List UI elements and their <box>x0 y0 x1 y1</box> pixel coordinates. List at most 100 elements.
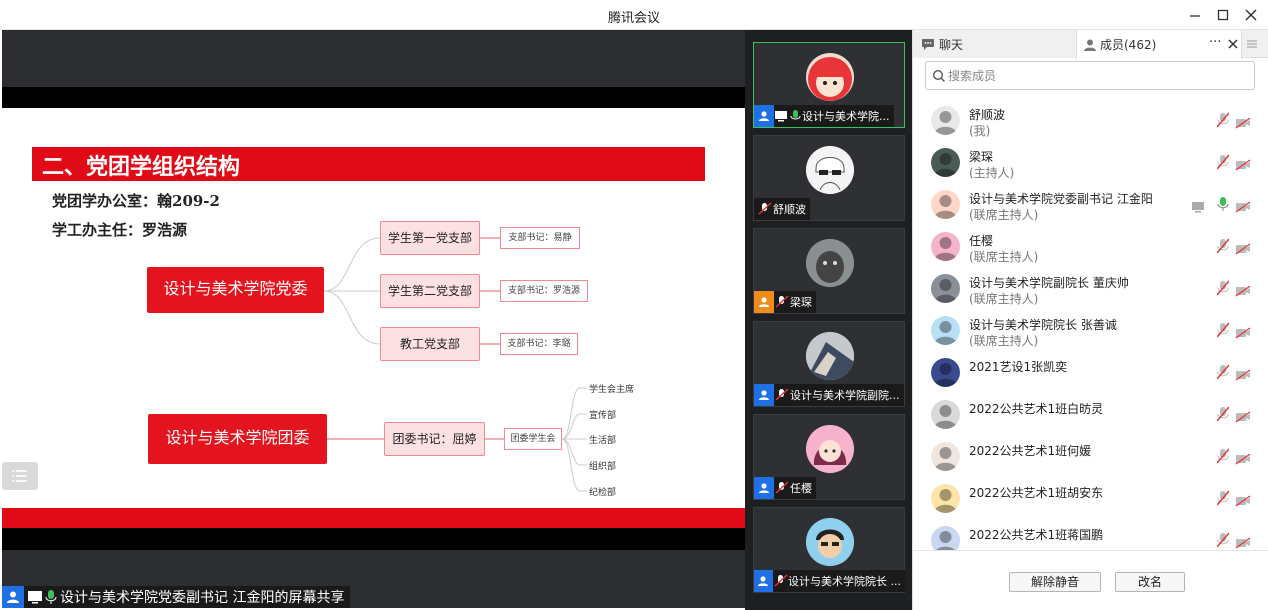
user-icon <box>754 570 773 592</box>
screen-share-text: 设计与美术学院党委副书记 江金阳的屏幕共享 <box>60 590 345 606</box>
camera-off-icon[interactable] <box>1235 156 1251 175</box>
minimize-button[interactable] <box>1186 6 1204 24</box>
letterbox-bottom <box>2 528 745 550</box>
maximize-button[interactable] <box>1214 6 1232 24</box>
member-row[interactable]: 设计与美术学院副院长 董庆帅 (联席主持人) <box>913 270 1268 312</box>
user-icon <box>754 384 774 406</box>
video-tile-column: 设计与美术学院... 舒顺波 梁琛 设计与美术学院副院... 任樱 设计与美术学… <box>745 30 912 610</box>
mic-muted-icon[interactable] <box>1216 322 1230 342</box>
branch-node-2: 学生第二党支部 <box>380 274 480 308</box>
mic-muted-icon[interactable] <box>1216 238 1230 258</box>
mic-icon <box>790 110 801 120</box>
department-item: 生活部 <box>589 436 617 446</box>
camera-off-icon[interactable] <box>1235 408 1251 427</box>
camera-off-icon[interactable] <box>1235 240 1251 259</box>
avatar <box>806 518 854 566</box>
member-role: (联席主持人) <box>969 292 1039 306</box>
participant-name: 设计与美术学院院长 ... <box>788 575 901 588</box>
mic-muted-icon <box>758 202 772 215</box>
slide-footer-bar <box>2 508 745 528</box>
member-row[interactable]: 设计与美术学院院长 张善诚 (联席主持人) <box>913 312 1268 354</box>
close-window-button[interactable] <box>1242 6 1260 24</box>
member-name: 2022公共艺术1班蒋国鹏 <box>969 528 1104 542</box>
video-tile-label: 设计与美术学院... <box>754 105 894 127</box>
camera-off-icon[interactable] <box>1235 492 1251 511</box>
user-icon <box>754 291 774 313</box>
video-tile[interactable]: 任樱 <box>753 414 905 500</box>
tab-chat[interactable]: 聊天 <box>913 30 1076 58</box>
camera-off-icon[interactable] <box>1235 114 1251 133</box>
mic-muted-icon[interactable] <box>1216 280 1230 300</box>
unmute-all-button[interactable]: 解除静音 <box>1009 572 1101 592</box>
hamburger-icon <box>1247 40 1257 48</box>
minimize-icon <box>1190 15 1200 17</box>
department-item: 宣传部 <box>589 411 617 421</box>
member-name: 舒顺波 <box>969 108 1006 122</box>
league-secretary-node: 团委书记：屈婷 <box>384 422 485 456</box>
member-role: (我) <box>969 124 991 138</box>
video-tile-label: 梁琛 <box>754 291 816 313</box>
mic-muted-icon[interactable] <box>1216 490 1230 510</box>
rename-button[interactable]: 改名 <box>1115 572 1185 592</box>
maximize-icon <box>1217 9 1229 21</box>
meeting-window: 腾讯会议 二、党团学组织结构 党团学办公室：翰209-2 学工办主任：罗浩源 设… <box>0 0 1268 610</box>
slide-menu-button[interactable] <box>2 462 38 490</box>
avatar <box>806 425 854 473</box>
member-row[interactable]: 设计与美术学院党委副书记 江金阳 (联席主持人) <box>913 186 1268 228</box>
mic-muted-icon[interactable] <box>1216 364 1230 384</box>
panel-menu-button[interactable] <box>1246 30 1266 58</box>
user-icon <box>754 477 774 499</box>
video-tile[interactable]: 舒顺波 <box>753 135 905 221</box>
mic-muted-icon <box>775 295 789 308</box>
mic-muted-icon[interactable] <box>1216 406 1230 426</box>
avatar <box>931 106 960 135</box>
member-row[interactable]: 2022公共艺术1班胡安东 <box>913 480 1268 522</box>
member-name: 设计与美术学院院长 张善诚 <box>969 318 1117 332</box>
member-row[interactable]: 梁琛 (主持人) <box>913 144 1268 186</box>
search-input[interactable] <box>948 65 1248 86</box>
member-row[interactable]: 2021艺设1张凯奕 <box>913 354 1268 396</box>
avatar <box>931 232 960 261</box>
close-icon <box>1245 9 1257 21</box>
member-row[interactable]: 任樱 (联席主持人) <box>913 228 1268 270</box>
member-role: (联席主持人) <box>969 250 1039 264</box>
member-name: 2022公共艺术1班胡安东 <box>969 486 1104 500</box>
mic-icon[interactable] <box>1217 196 1229 216</box>
avatar <box>931 484 960 513</box>
member-name: 2022公共艺术1班何媛 <box>969 444 1092 458</box>
member-search[interactable] <box>925 61 1255 90</box>
camera-off-icon[interactable] <box>1235 450 1251 469</box>
branch-node-1: 学生第一党支部 <box>380 221 480 255</box>
mic-muted-icon[interactable] <box>1216 448 1230 468</box>
video-tile[interactable]: 设计与美术学院... <box>753 42 905 128</box>
camera-off-icon[interactable] <box>1235 282 1251 301</box>
member-row[interactable]: 舒顺波 (我) <box>913 102 1268 144</box>
mic-muted-icon <box>774 574 788 587</box>
video-tile[interactable]: 设计与美术学院副院... <box>753 321 905 407</box>
party-committee-node: 设计与美术学院党委 <box>147 267 324 313</box>
more-icon[interactable]: ··· <box>1209 35 1221 50</box>
secretary-node-1: 支部书记：易静 <box>500 227 580 249</box>
camera-off-icon[interactable] <box>1235 324 1251 343</box>
member-row[interactable]: 2022公共艺术1班白昉灵 <box>913 396 1268 438</box>
member-row[interactable]: 2022公共艺术1班何媛 <box>913 438 1268 480</box>
video-tile[interactable]: 设计与美术学院院长 ... <box>753 507 905 593</box>
close-icon[interactable] <box>1227 38 1239 50</box>
members-panel: 聊天 成员(462) ··· 舒顺波 (我) 梁琛 (主持人) 设计与美术学院党委副书记… <box>912 30 1268 610</box>
member-role: (主持人) <box>969 166 1015 180</box>
youth-league-node: 设计与美术学院团委 <box>148 414 327 464</box>
participant-name: 设计与美术学院... <box>802 110 890 123</box>
mic-muted-icon[interactable] <box>1216 112 1230 132</box>
video-tile[interactable]: 梁琛 <box>753 228 905 314</box>
camera-off-icon[interactable] <box>1235 198 1251 217</box>
mic-muted-icon[interactable] <box>1216 154 1230 174</box>
user-icon <box>2 586 24 608</box>
tab-members[interactable]: 成员(462) ··· <box>1076 30 1242 59</box>
participant-name: 舒顺波 <box>773 203 806 216</box>
department-item: 纪检部 <box>589 488 617 498</box>
mic-muted-icon[interactable] <box>1216 532 1230 552</box>
camera-off-icon[interactable] <box>1235 366 1251 385</box>
mic-muted-icon <box>775 388 789 401</box>
member-name: 任樱 <box>969 234 994 248</box>
search-icon <box>932 69 945 82</box>
